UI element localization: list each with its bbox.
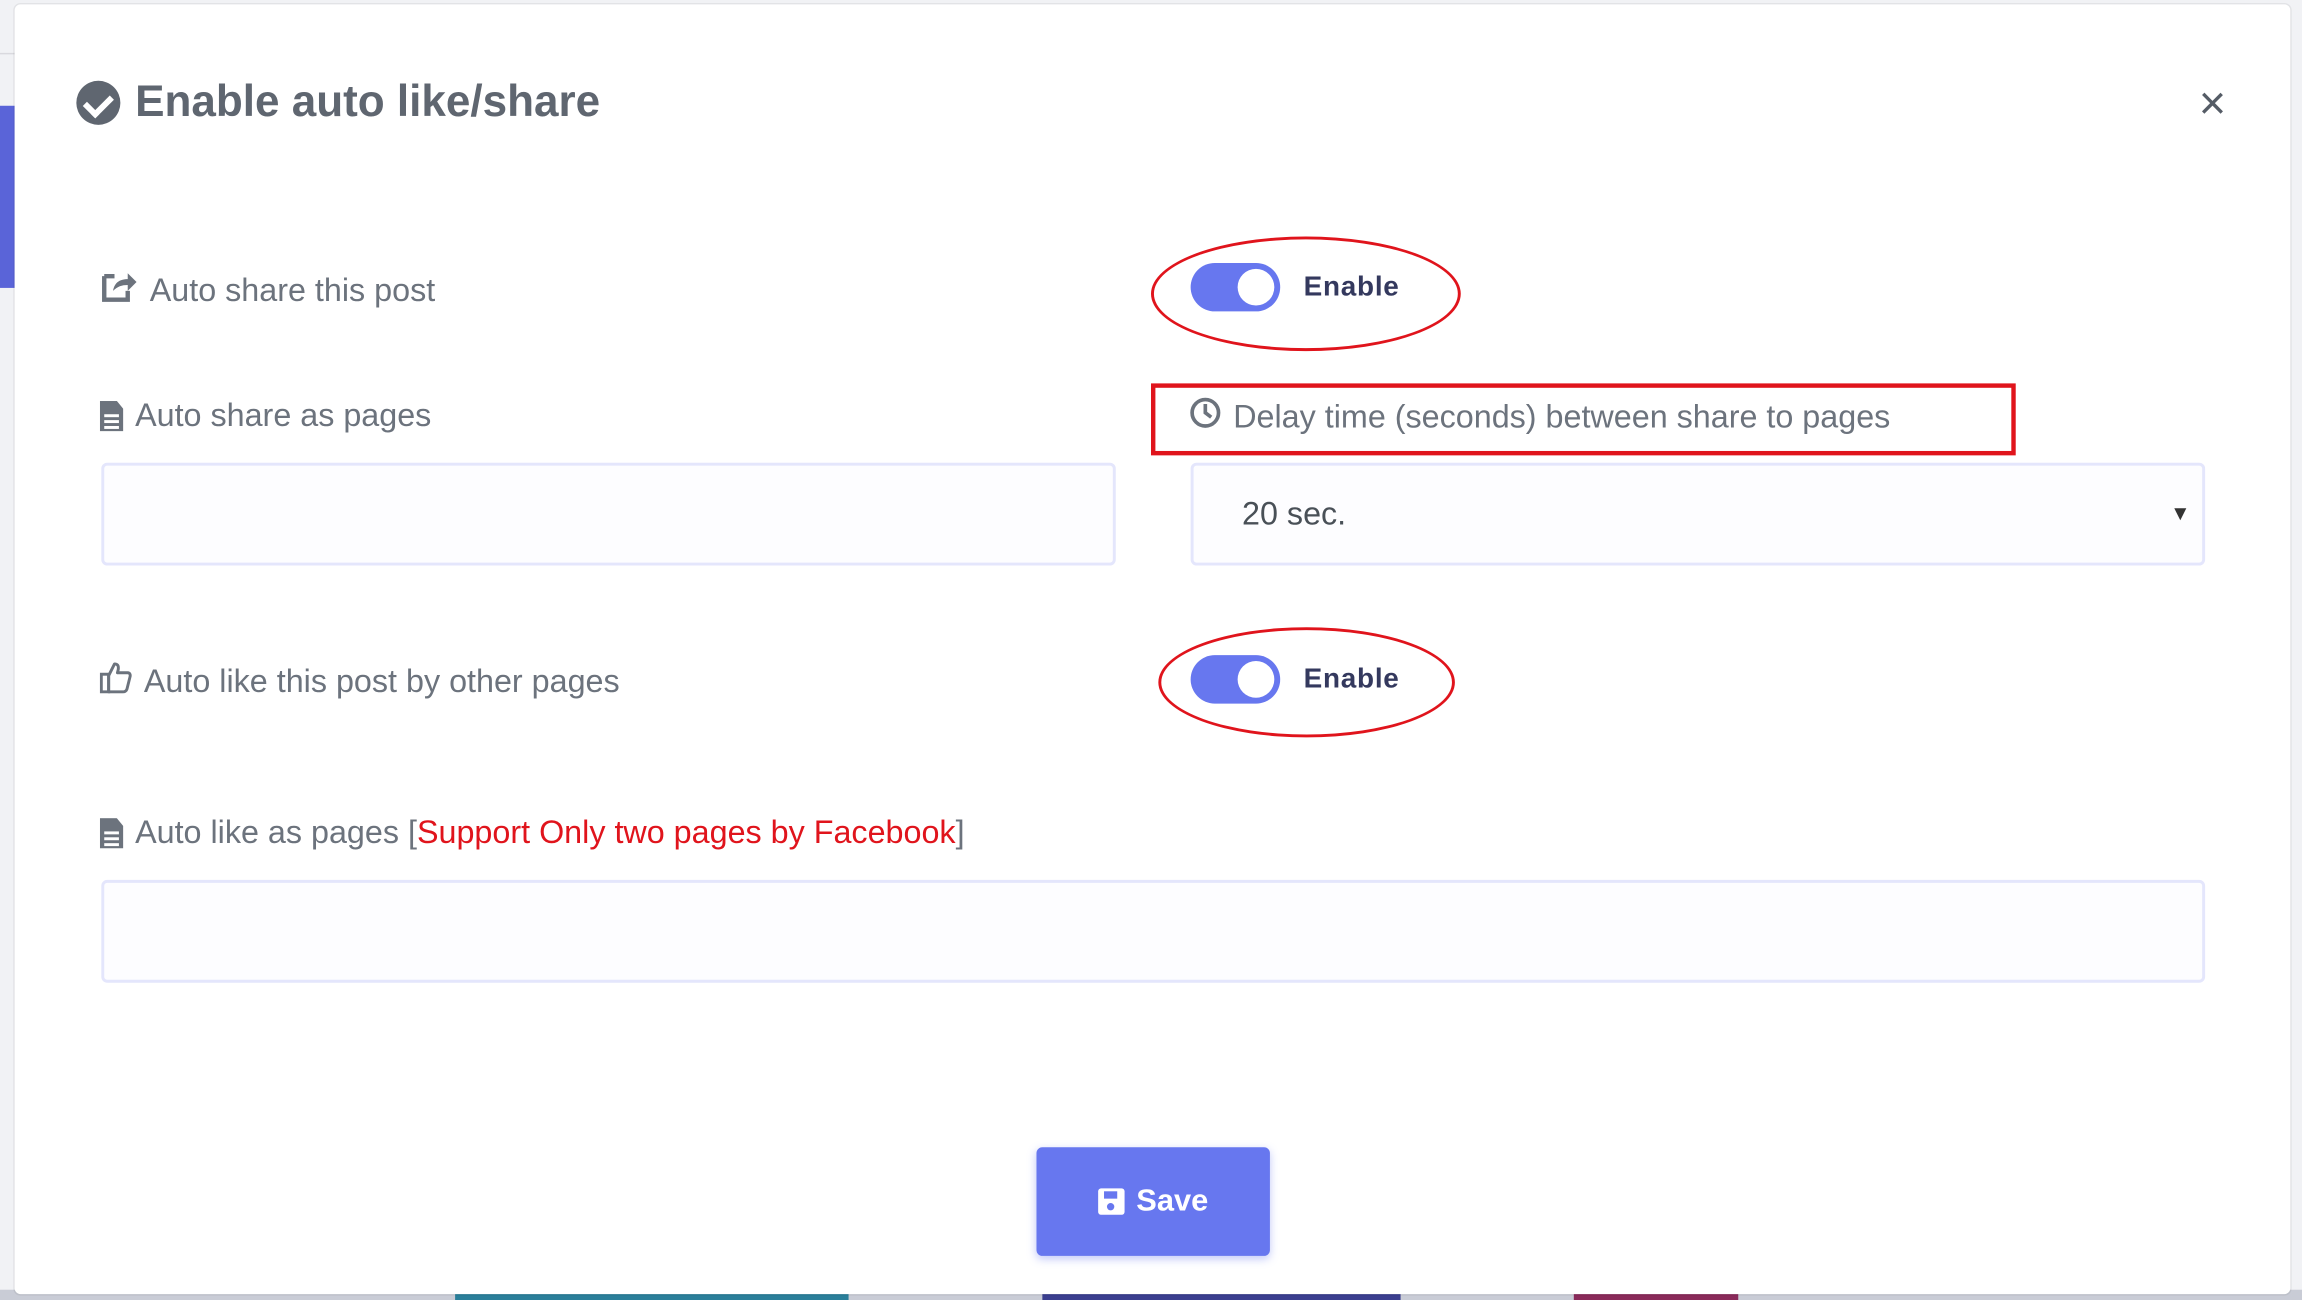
auto-share-label-row: Auto share this post (100, 269, 435, 313)
floppy-disk-icon (1098, 1188, 1125, 1215)
share-pages-input[interactable] (101, 462, 1116, 566)
auto-like-label: Auto like this post by other pages (143, 662, 620, 700)
like-pages-warning: Support Only two pages by Facebook (416, 813, 956, 851)
dropdown-arrow-icon: ▼ (2170, 500, 2191, 525)
share-pages-label: Auto share as pages (135, 396, 432, 434)
auto-like-label-row: Auto like this post by other pages (99, 661, 620, 702)
delay-select[interactable]: 20 sec. ▼ (1190, 462, 2206, 566)
like-pages-input[interactable] (101, 879, 2206, 983)
background-divider (0, 52, 15, 55)
like-pages-label-row: Auto like as pages [Support Only two pag… (99, 813, 965, 852)
enable-auto-like-share-modal: Enable auto like/share × Auto share this… (14, 4, 2291, 1295)
background-sidebar-accent (0, 105, 15, 288)
auto-share-label: Auto share this post (149, 271, 436, 309)
like-pages-label-prefix: Auto like as pages [ (135, 813, 417, 851)
close-button[interactable]: × (2190, 79, 2234, 126)
share-square-icon (100, 269, 138, 313)
save-button[interactable]: Save (1036, 1147, 1270, 1256)
modal-title: Enable auto like/share (135, 77, 601, 127)
save-button-label: Save (1136, 1183, 1209, 1218)
check-circle-icon (76, 80, 121, 125)
annotation-ellipse (1150, 236, 1461, 352)
share-pages-label-row: Auto share as pages (99, 396, 432, 435)
annotation-rectangle (1150, 383, 2016, 456)
thumbs-up-icon (99, 661, 132, 702)
delay-selected-value: 20 sec. (1242, 495, 1347, 532)
modal-header: Enable auto like/share (76, 78, 600, 128)
file-icon (99, 400, 124, 432)
screenshot-root: Enable auto like/share × Auto share this… (0, 0, 2302, 1300)
annotation-ellipse (1158, 627, 1455, 738)
like-pages-label-suffix: ] (955, 813, 965, 851)
file-icon (99, 817, 124, 849)
